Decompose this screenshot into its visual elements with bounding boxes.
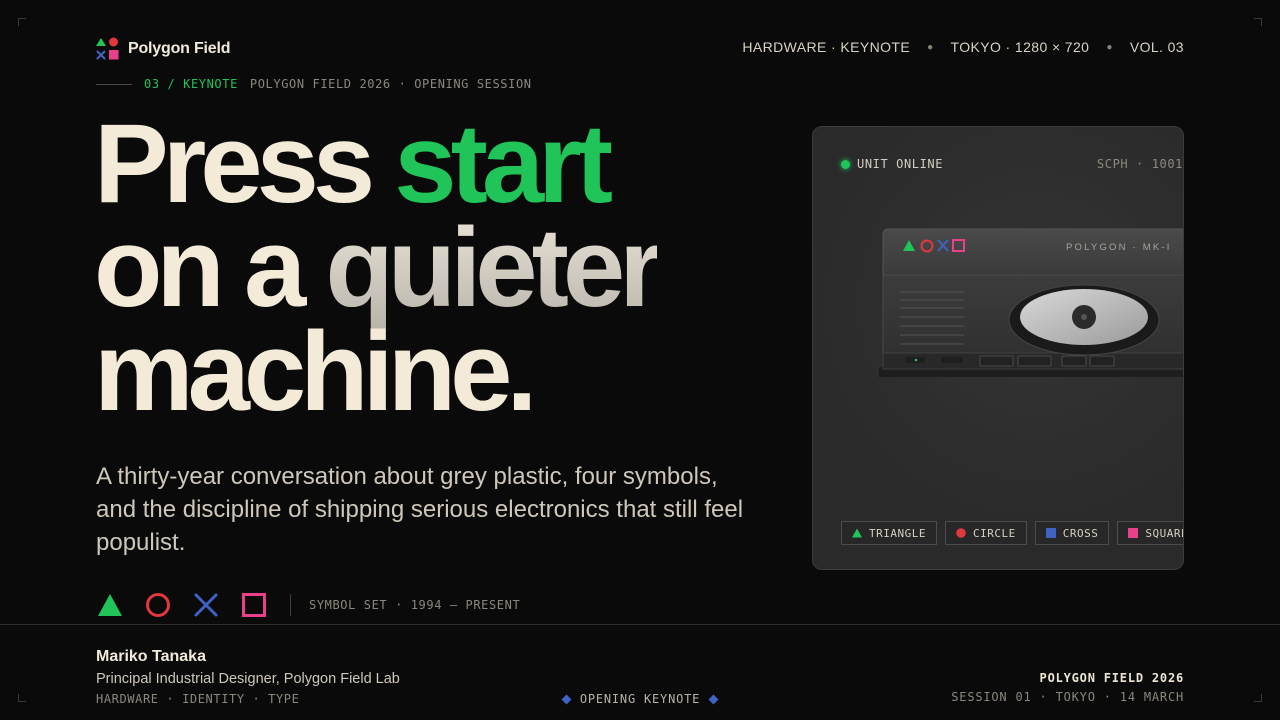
top-nav: HARDWARE · KEYNOTE ● TOKYO · 1280 × 720 … — [742, 39, 1184, 55]
chip-square[interactable]: SQUARE — [1117, 521, 1183, 545]
brand-name: Polygon Field — [128, 39, 231, 57]
symbol-divider — [290, 594, 291, 616]
cross-icon — [194, 593, 218, 617]
headline: Press start on a quieter machine. — [94, 101, 663, 434]
footer-divider — [0, 624, 1280, 625]
status-led-icon — [841, 159, 850, 169]
headline-line-1: Press start — [94, 101, 613, 226]
speaker-name: Mariko Tanaka — [96, 648, 206, 665]
nav-item-volume[interactable]: VOL. 03 — [1130, 39, 1184, 55]
footer-session-info: SESSION 01 · TOKYO · 14 MARCH — [951, 690, 1184, 704]
headline-line-2: on a quieter — [94, 205, 663, 330]
circle-icon — [956, 528, 966, 538]
nav-separator: ● — [1106, 41, 1113, 53]
headline-line-3: machine. — [94, 309, 538, 434]
console-label: POLYGON · MK-I — [1066, 242, 1172, 253]
footer-event-info: POLYGON FIELD 2026 SESSION 01 · TOKYO · … — [951, 671, 1184, 704]
diamond-icon — [708, 694, 719, 704]
chip-circle[interactable]: CIRCLE — [944, 521, 1027, 545]
kicker-rule — [96, 83, 132, 85]
chip-cross[interactable]: CROSS — [1034, 521, 1110, 545]
device-card: UNIT ONLINE SCPH · 1001 POLYGON · MK-I T… — [812, 126, 1184, 570]
lede: A thirty-year conversation about grey pl… — [96, 463, 744, 556]
footer-center-label: OPENING KEYNOTE — [579, 692, 701, 706]
nav-item-location[interactable]: TOKYO · 1280 × 720 — [951, 39, 1090, 55]
symbol-chips: TRIANGLE CIRCLE CROSS SQUARE — [841, 521, 1183, 545]
triangle-icon — [98, 594, 122, 616]
square-icon — [1128, 528, 1139, 538]
console-illustration: POLYGON · MK-I — [879, 228, 1183, 377]
nav-item-hardware-keynote[interactable]: HARDWARE · KEYNOTE — [742, 39, 910, 55]
symbol-set: SYMBOL SET · 1994 — PRESENT — [96, 591, 520, 619]
brand: Polygon Field — [96, 37, 230, 60]
square-icon — [242, 593, 266, 617]
speaker-role: Principal Industrial Designer, Polygon F… — [96, 671, 400, 687]
kicker-text: POLYGON FIELD 2026 · OPENING SESSION — [249, 77, 532, 91]
square-icon — [1045, 528, 1056, 538]
diamond-icon — [561, 694, 572, 704]
corner-mark-top-right — [1254, 18, 1262, 26]
kicker: 03 / KEYNOTE POLYGON FIELD 2026 · OPENIN… — [96, 77, 532, 91]
corner-mark-top-left — [18, 18, 26, 26]
triangle-icon — [852, 528, 862, 538]
brand-logo-icon — [96, 37, 119, 60]
kicker-number: 03 / KEYNOTE — [144, 77, 238, 91]
chip-triangle[interactable]: TRIANGLE — [841, 521, 937, 545]
nav-separator: ● — [927, 41, 934, 53]
symbol-caption: SYMBOL SET · 1994 — PRESENT — [309, 598, 521, 612]
unit-model: SCPH · 1001 — [1096, 157, 1183, 171]
unit-status: UNIT ONLINE — [841, 157, 943, 171]
unit-status-label: UNIT ONLINE — [857, 157, 944, 171]
footer-event-title: POLYGON FIELD 2026 — [1039, 671, 1184, 685]
circle-icon — [146, 593, 170, 617]
